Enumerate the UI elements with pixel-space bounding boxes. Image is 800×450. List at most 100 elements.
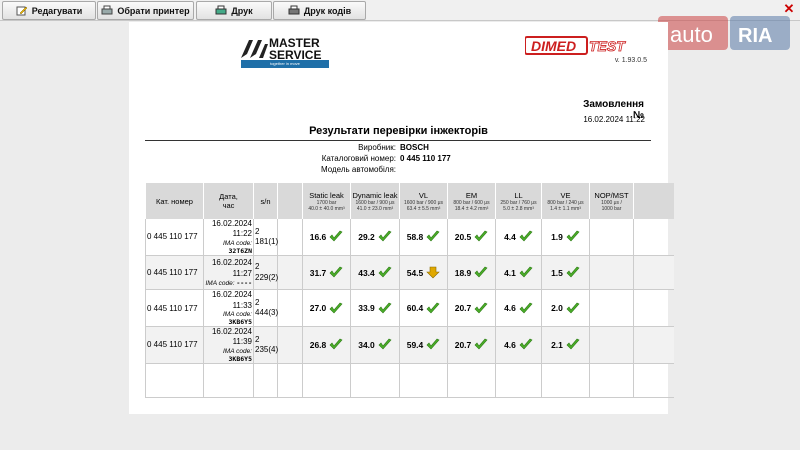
check-icon [378, 339, 392, 350]
cell-dynamic: 43.4 [350, 255, 400, 290]
check-icon [474, 231, 488, 242]
col-sn: s/n [253, 183, 278, 219]
cell-dynamic: 34.0 [350, 326, 400, 364]
cell-datetime: 16.02.2024 11:39 IMA code: 3KB6Y5 [203, 326, 254, 364]
cell-em: 20.5 [447, 219, 496, 256]
cell-nop-mst [589, 219, 634, 256]
cell-datetime: 16.02.2024 11:22 IMA code: 32T6ZN [203, 219, 254, 256]
cell-nop-mst [589, 255, 634, 290]
empty-cell [399, 363, 448, 398]
cell-cat-no: 0 445 110 177 [145, 219, 204, 256]
check-icon [329, 231, 343, 242]
cell-spacer [277, 326, 303, 364]
check-icon [566, 302, 580, 314]
empty-cell [541, 363, 590, 398]
printer-settings-icon [101, 5, 113, 16]
cell-ll: 4.6 [495, 326, 542, 364]
col-cat-no: Кат. номер [145, 183, 204, 219]
cell-static: 31.7 [302, 255, 351, 290]
check-icon [519, 302, 533, 314]
check-icon [474, 266, 488, 278]
version-label: v. 1.93.0.5 [614, 57, 647, 64]
dimed-test-logo: DIMED TEST [525, 36, 627, 55]
divider [145, 140, 651, 141]
edit-button[interactable]: Редагувати [2, 1, 96, 20]
check-icon [426, 302, 440, 314]
empty-cell [495, 363, 542, 398]
col-spacer [277, 183, 303, 219]
col-nop-mst: NOP/MST 1000 μs /1000 bar [589, 183, 634, 219]
cell-vl: 60.4 [399, 289, 448, 327]
cell-sn: 2 444(3) [253, 289, 278, 327]
empty-cell [589, 363, 634, 398]
empty-cell [633, 363, 674, 398]
catalog-label: Каталоговий номер: [321, 154, 396, 163]
cell-vl: 59.4 [399, 326, 448, 364]
cell-ve: 2.1 [541, 326, 590, 364]
cell-ve: 2.0 [541, 289, 590, 327]
cell-cat-no: 0 445 110 177 [145, 255, 204, 290]
cell-vl: 58.8 [399, 219, 448, 256]
empty-cell [447, 363, 496, 398]
table-header-row: Кат. номер Дата, час s/n Static leak 1700 … [145, 183, 674, 219]
check-icon [474, 302, 488, 314]
ima-code: IMA code: 3KB6Y5 [222, 311, 252, 327]
cell-em: 20.7 [447, 326, 496, 364]
check-icon [426, 231, 440, 242]
watermark-auto-text: auto [670, 22, 713, 47]
table-row: 0 445 110 177 16.02.2024 11:22 IMA code: 32… [145, 219, 674, 256]
cell-static: 27.0 [302, 289, 351, 327]
manufacturer-value: BOSCH [400, 143, 429, 152]
cell-datetime: 16.02.2024 11:27 IMA code: ---- [203, 255, 254, 290]
car-model-label: Модель автомобіля: [320, 165, 396, 174]
cell-sn: 2 229(2) [253, 255, 278, 290]
cell-nop-mst [589, 289, 634, 327]
cell-spacer [277, 255, 303, 290]
order-datetime: 16.02.2024 11:22 [583, 115, 645, 124]
catalog-value: 0 445 110 177 [400, 154, 451, 163]
cell-cat-no: 0 445 110 177 [145, 326, 204, 364]
col-static-leak: Static leak 1700 bar 40.0 ± 40.0 mm³ [302, 183, 351, 219]
col-ve: VE 800 bar / 240 μs 1.4 ± 1.1 mm³ [541, 183, 590, 219]
check-icon [426, 339, 440, 350]
cell-static: 26.8 [302, 326, 351, 364]
cell-ll: 4.4 [495, 219, 542, 256]
cell-nop-mst [589, 326, 634, 364]
brand-tagline: together in move [241, 60, 329, 68]
select-printer-button[interactable]: Обрати принтер [97, 1, 194, 20]
report-title: Результати перевірки інжекторів [309, 125, 488, 137]
cell-spacer [277, 289, 303, 327]
svg-text:TEST: TEST [589, 38, 626, 54]
cell-vl: 54.5 [399, 255, 448, 290]
cell-ve: 1.9 [541, 219, 590, 256]
cell-static: 16.6 [302, 219, 351, 256]
print-button[interactable]: Друк [196, 1, 272, 20]
table-row: 0 445 110 177 16.02.2024 11:33 IMA code: 3K… [145, 289, 674, 327]
results-table: Кат. номер Дата, час s/n Static leak 1700 … [145, 183, 674, 398]
cell-em: 18.9 [447, 255, 496, 290]
check-icon [566, 266, 580, 278]
col-date: Дата, час [203, 183, 254, 219]
ima-code: IMA code: ---- [205, 278, 253, 287]
cell-em: 20.7 [447, 289, 496, 327]
cell-end-spacer [633, 219, 674, 256]
ima-code: IMA code: 32T6ZN [222, 239, 252, 255]
col-em: EM 800 bar / 600 μs 18.4 ± 4.2 mm³ [447, 183, 496, 219]
cell-ll: 4.1 [495, 255, 542, 290]
cell-cat-no: 0 445 110 177 [145, 289, 204, 327]
svg-text:DIMED: DIMED [531, 38, 576, 54]
check-icon [329, 266, 343, 278]
print-codes-button[interactable]: Друк кодів [273, 1, 366, 20]
check-icon [474, 339, 488, 350]
auto-ria-watermark: auto RIA [658, 14, 792, 54]
table-row: 0 445 110 177 16.02.2024 11:27 IMA code: --… [145, 255, 674, 290]
empty-cell [350, 363, 400, 398]
cell-dynamic: 29.2 [350, 219, 400, 256]
manufacturer-label: Виробник: [358, 143, 396, 152]
check-icon [378, 302, 392, 314]
empty-cell [277, 363, 303, 398]
empty-cell [145, 363, 204, 398]
check-icon [519, 266, 533, 278]
cell-sn: 2 181(1) [253, 219, 278, 256]
warning-arrow-icon [426, 266, 440, 279]
